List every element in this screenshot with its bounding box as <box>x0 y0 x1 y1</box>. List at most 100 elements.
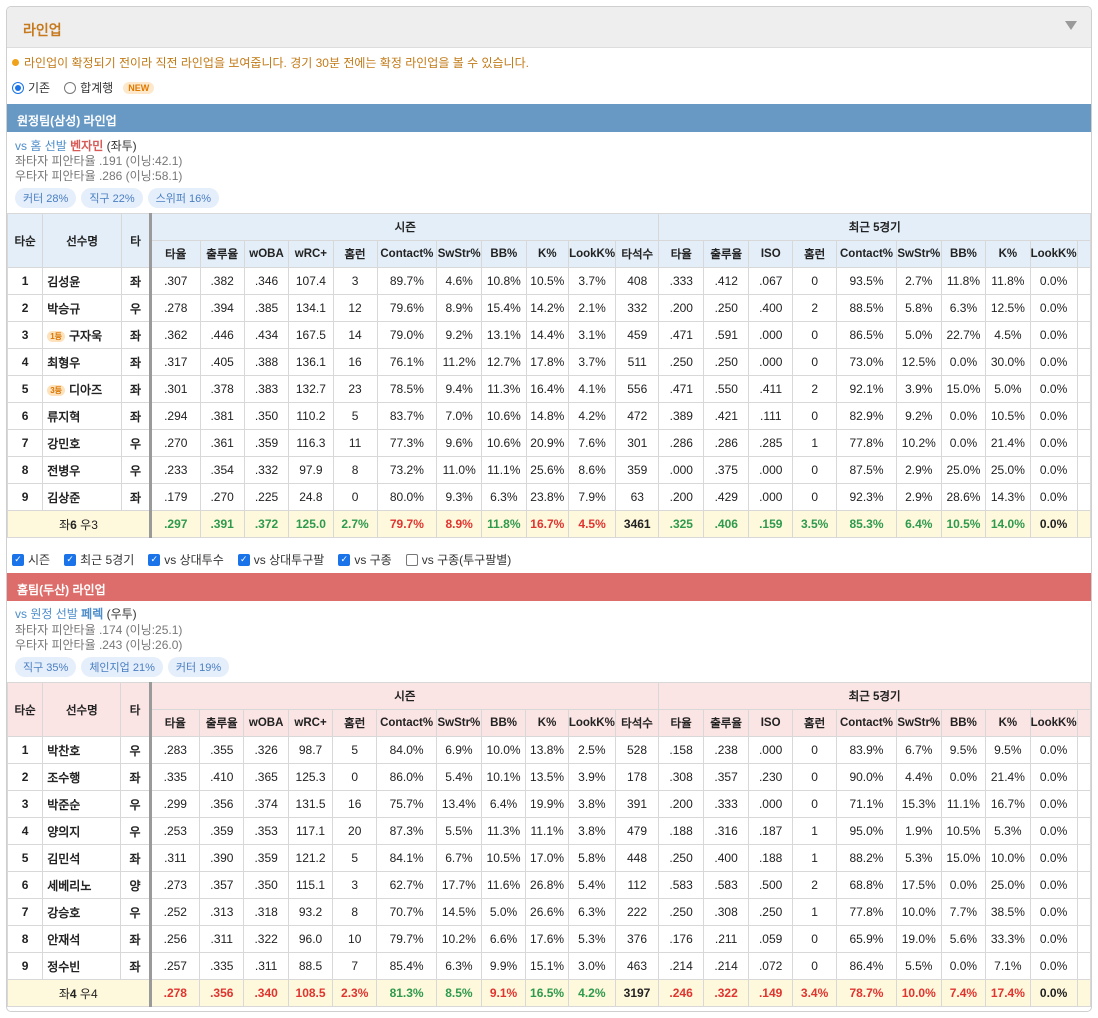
away-starter-name[interactable]: 벤자민 <box>70 139 103 153</box>
col-recent-stat[interactable]: Contact% <box>836 709 897 737</box>
player-name[interactable]: 김민석 <box>42 844 122 872</box>
col-season-stat[interactable]: 홈런 <box>332 709 378 737</box>
table-row: 8 안재석 좌 .256.311.322 96.0 10 79.7% 10.2% 6.6% 17.… <box>7 925 1091 953</box>
col-season-stat[interactable]: wOBA <box>243 709 289 737</box>
season-stat-cell: 9.9% <box>480 952 527 980</box>
radio-default-icon[interactable] <box>12 81 24 94</box>
col-recent-stat[interactable]: 홈런 <box>792 709 838 737</box>
player-name-text: 김민석 <box>47 851 81 866</box>
checkbox-icon[interactable]: ✓ <box>12 553 24 566</box>
checkbox-icon[interactable] <box>405 553 418 566</box>
player-name[interactable]: 안재석 <box>42 925 122 953</box>
col-recent-stat[interactable]: K% <box>985 240 1031 268</box>
col-season-stat[interactable]: Contact% <box>376 709 437 737</box>
batting-order: 4 <box>7 817 44 845</box>
player-name[interactable]: 강민호 <box>42 429 123 457</box>
filter-checkbox-2[interactable]: ✓ 최근 5경기 <box>64 551 134 568</box>
season-stat-cell: .311 <box>148 844 201 872</box>
col-recent-stat[interactable]: BB% <box>940 240 987 268</box>
total-recent-cell: .246 <box>658 979 704 1007</box>
season-stat-cell: .233 <box>149 456 201 484</box>
col-season-stat[interactable]: 타율 <box>148 709 201 737</box>
panel-header[interactable]: 라인업 <box>7 7 1091 48</box>
col-season-stat[interactable]: 타석수 <box>614 709 660 737</box>
filter-checkbox-4[interactable]: ✓ vs 상대투구팔 <box>237 551 324 568</box>
recent-stat-cell: 86.4% <box>836 952 897 980</box>
season-stat-cell: 20 <box>332 817 378 845</box>
season-stat-cell: .359 <box>243 844 289 872</box>
col-recent-stat[interactable]: 홈런 <box>792 240 838 268</box>
player-name[interactable]: 세베리노 <box>42 871 122 899</box>
col-recent-stat[interactable]: Contact% <box>836 240 897 268</box>
player-name[interactable]: 전병우 <box>42 456 123 484</box>
player-name[interactable]: 정수빈 <box>42 952 122 980</box>
col-season-stat[interactable]: 타율 <box>149 240 201 268</box>
col-season-stat[interactable]: BB% <box>481 240 527 268</box>
season-stat-cell: 121.2 <box>287 844 334 872</box>
col-recent-stat[interactable]: ISO <box>748 709 794 737</box>
checkbox-icon[interactable]: ✓ <box>237 553 250 566</box>
col-recent-stat[interactable]: LookK% <box>1029 240 1078 268</box>
recent-stat-cell: 0.0% <box>1029 429 1078 457</box>
player-name[interactable]: 박찬호 <box>42 736 122 764</box>
total-season-cell: 2.3% <box>332 979 378 1007</box>
season-stat-cell: 359 <box>615 456 660 484</box>
checkbox-icon[interactable]: ✓ <box>148 553 161 566</box>
col-season-stat[interactable]: LookK% <box>567 709 616 737</box>
col-season-stat[interactable]: 출루율 <box>199 709 245 737</box>
player-name[interactable]: 3등 디아즈 <box>42 375 123 403</box>
player-name[interactable]: 1등 구자욱 <box>42 321 123 349</box>
col-recent-stat[interactable]: 타율 <box>658 709 704 737</box>
season-stat-cell: 2.1% <box>568 294 617 322</box>
col-season-stat[interactable]: SwStr% <box>436 240 483 268</box>
col-recent-stat[interactable]: ISO <box>748 240 794 268</box>
col-season-stat[interactable]: 타석수 <box>615 240 660 268</box>
season-stat-cell: .381 <box>199 402 245 430</box>
caret-down-icon[interactable] <box>1065 21 1077 30</box>
player-name[interactable]: 류지혁 <box>42 402 123 430</box>
filter-checkbox-5[interactable]: ✓ vs 구종 <box>338 551 392 568</box>
col-recent-stat[interactable]: 출루율 <box>702 709 750 737</box>
player-name[interactable]: 박준순 <box>42 790 122 818</box>
recent-stat-cell: .000 <box>748 348 794 376</box>
player-name[interactable]: 김상준 <box>42 483 123 511</box>
radio-total-icon[interactable] <box>64 81 77 94</box>
player-name[interactable]: 강승호 <box>42 898 122 926</box>
col-recent-stat[interactable]: 타율 <box>658 240 705 268</box>
filter-checkbox-3[interactable]: ✓ vs 상대투수 <box>148 551 224 568</box>
col-season-stat[interactable]: K% <box>525 240 570 268</box>
checkbox-icon[interactable]: ✓ <box>338 553 351 566</box>
col-season-stat[interactable]: K% <box>525 709 569 737</box>
checkbox-icon[interactable]: ✓ <box>64 553 77 566</box>
player-name[interactable]: 양의지 <box>42 817 122 845</box>
col-season-stat[interactable]: wRC+ <box>287 709 334 737</box>
col-recent-stat[interactable]: BB% <box>940 709 987 737</box>
filter-checkbox-6[interactable]: vs 구종(투구팔별) <box>405 551 511 568</box>
table-row: 4 양의지 우 .253.359.353 117.1 20 87.3% 5.5% 11.3% 11… <box>7 817 1091 845</box>
season-stat-cell: 6.3% <box>481 483 527 511</box>
col-season-stat[interactable]: SwStr% <box>435 709 482 737</box>
col-season-stat[interactable]: wOBA <box>243 240 290 268</box>
player-name-text: 김성윤 <box>47 274 81 289</box>
col-recent-stat[interactable]: SwStr% <box>895 709 942 737</box>
player-name[interactable]: 김성윤 <box>42 267 123 295</box>
col-season-stat[interactable]: wRC+ <box>288 240 334 268</box>
col-season-stat[interactable]: 출루율 <box>199 240 245 268</box>
home-starter-name[interactable]: 페렉 <box>81 607 103 621</box>
recent-stat-cell: 5.8% <box>895 294 942 322</box>
filter-checkbox-1[interactable]: ✓ 시즌 <box>12 551 50 568</box>
col-recent-stat[interactable]: 출루율 <box>703 240 750 268</box>
radio-total-row[interactable]: 합계행 <box>64 79 113 96</box>
player-name[interactable]: 최형우 <box>42 348 123 376</box>
overflow-cell <box>1076 979 1091 1007</box>
col-recent-stat[interactable]: SwStr% <box>895 240 942 268</box>
col-recent-stat[interactable]: K% <box>985 709 1031 737</box>
col-season-stat[interactable]: Contact% <box>376 240 438 268</box>
player-name[interactable]: 조수행 <box>42 763 122 791</box>
col-season-stat[interactable]: BB% <box>480 709 527 737</box>
col-season-stat[interactable]: LookK% <box>568 240 617 268</box>
col-season-stat[interactable]: 홈런 <box>332 240 378 268</box>
col-recent-stat[interactable]: LookK% <box>1029 709 1078 737</box>
radio-default[interactable]: 기존 <box>12 79 50 96</box>
player-name[interactable]: 박승규 <box>42 294 123 322</box>
